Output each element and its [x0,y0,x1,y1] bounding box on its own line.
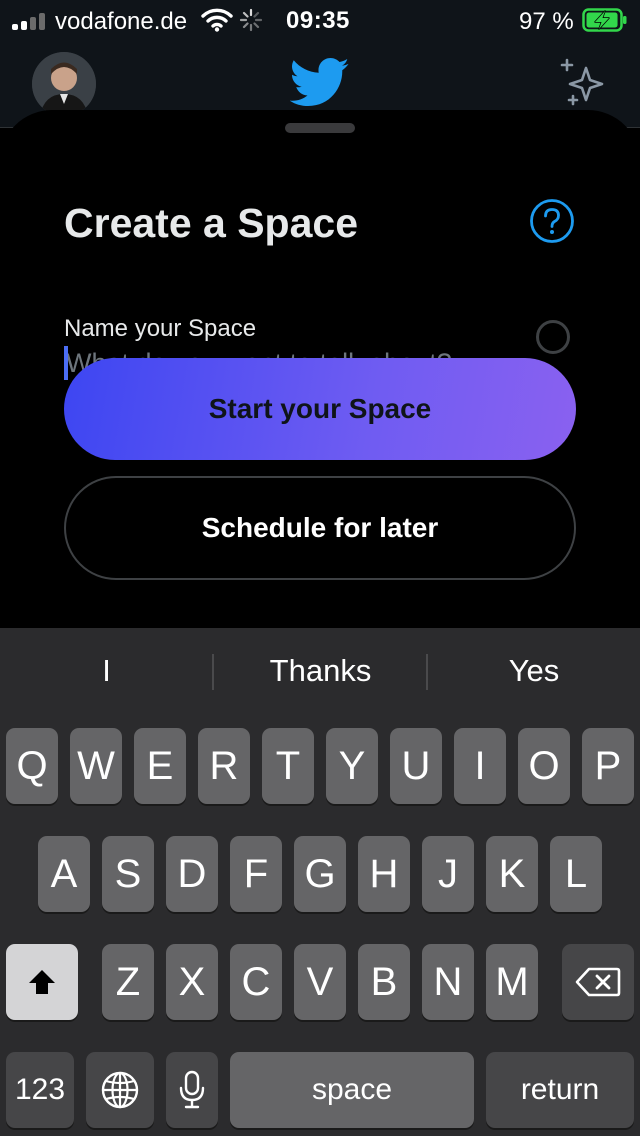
key-o[interactable]: O [518,728,570,804]
character-count-ring-icon [536,320,570,354]
key-c[interactable]: C [230,944,282,1020]
spinner-icon [239,8,263,32]
key-f[interactable]: F [230,836,282,912]
key-l[interactable]: L [550,836,602,912]
charging-battery-icon [582,8,627,32]
dictation-key[interactable] [166,1052,218,1128]
key-r[interactable]: R [198,728,250,804]
suggestion-3[interactable]: Yes [428,653,640,689]
key-t[interactable]: T [262,728,314,804]
shift-icon [29,970,55,994]
suggestion-2[interactable]: Thanks [214,653,427,689]
onscreen-keyboard: I Thanks Yes Q W E R T Y U I O P A S D F… [0,628,640,1136]
suggestion-1[interactable]: I [0,653,213,689]
key-j[interactable]: J [422,836,474,912]
profile-avatar[interactable] [32,52,96,116]
clock: 09:35 [286,7,350,34]
predictive-text-bar: I Thanks Yes [0,628,640,718]
battery-percent: 97 % [519,8,574,35]
key-x[interactable]: X [166,944,218,1020]
wifi-icon [201,8,233,32]
key-e[interactable]: E [134,728,186,804]
key-u[interactable]: U [390,728,442,804]
key-a[interactable]: A [38,836,90,912]
globe-icon [101,1071,139,1109]
question-circle-icon[interactable] [529,198,575,244]
key-n[interactable]: N [422,944,474,1020]
backspace-key[interactable] [562,944,634,1020]
create-space-sheet: Create a Space Name your Space Start you… [0,110,640,640]
key-d[interactable]: D [166,836,218,912]
shift-key[interactable] [6,944,78,1020]
return-key[interactable]: return [486,1052,634,1128]
key-m[interactable]: M [486,944,538,1020]
start-space-button[interactable]: Start your Space [64,358,576,460]
twitter-bird-icon [290,58,349,106]
key-k[interactable]: K [486,836,538,912]
key-p[interactable]: P [582,728,634,804]
key-b[interactable]: B [358,944,410,1020]
key-z[interactable]: Z [102,944,154,1020]
text-cursor [64,346,68,380]
key-h[interactable]: H [358,836,410,912]
key-q[interactable]: Q [6,728,58,804]
cell-signal-icon [12,12,48,30]
microphone-icon [179,1070,205,1109]
numbers-key[interactable]: 123 [6,1052,74,1128]
sheet-title: Create a Space [64,200,359,246]
backspace-icon [575,967,621,997]
key-y[interactable]: Y [326,728,378,804]
sparkle-icon[interactable] [558,58,608,108]
status-bar: vodafone.de 09:35 97 % [0,0,640,40]
key-g[interactable]: G [294,836,346,912]
space-key[interactable]: space [230,1052,474,1128]
carrier-name: vodafone.de [55,8,188,35]
schedule-for-later-button[interactable]: Schedule for later [64,476,576,580]
key-v[interactable]: V [294,944,346,1020]
key-w[interactable]: W [70,728,122,804]
name-field-label: Name your Space [64,315,257,342]
key-s[interactable]: S [102,836,154,912]
sheet-grabber-handle[interactable] [285,123,355,133]
globe-key[interactable] [86,1052,154,1128]
key-i[interactable]: I [454,728,506,804]
